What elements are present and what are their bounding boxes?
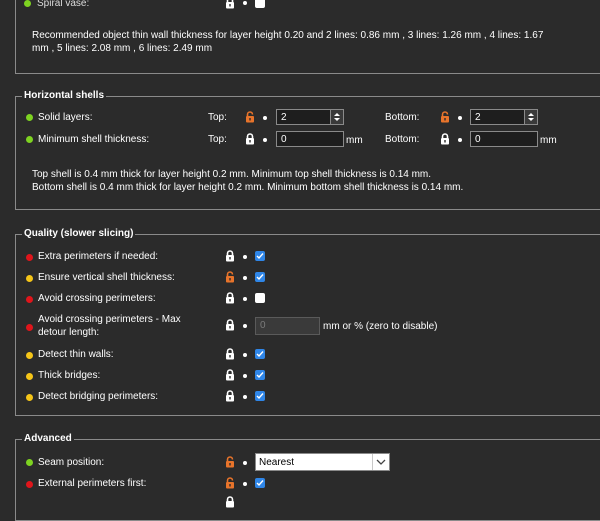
max-detour-value: 0 bbox=[260, 320, 266, 331]
mode-advanced-indicator bbox=[26, 275, 33, 282]
mode-expert-indicator bbox=[26, 254, 33, 261]
mode-simple-indicator bbox=[26, 114, 33, 121]
bottom-min-shell-value: 0 bbox=[475, 134, 481, 145]
top-solid-layers-value: 2 bbox=[281, 112, 287, 123]
bottom-shell-note: Bottom shell is 0.4 mm thick for layer h… bbox=[32, 182, 464, 193]
spiral-vase-checkbox[interactable] bbox=[255, 0, 265, 8]
reset-bullet-icon[interactable] bbox=[243, 276, 247, 280]
unlock-icon[interactable] bbox=[245, 111, 255, 123]
lock-icon[interactable] bbox=[225, 0, 235, 9]
mode-advanced-indicator bbox=[26, 373, 33, 380]
thick-bridges-checkbox[interactable] bbox=[255, 370, 265, 380]
mode-simple-indicator bbox=[24, 0, 31, 7]
unit-label: mm bbox=[540, 135, 557, 146]
reset-bullet-icon[interactable] bbox=[243, 353, 247, 357]
external-perimeters-first-checkbox[interactable] bbox=[255, 478, 265, 488]
seam-position-label: Seam position: bbox=[38, 457, 105, 468]
max-detour-input[interactable]: 0 bbox=[255, 317, 320, 335]
reset-bullet-icon[interactable] bbox=[243, 461, 247, 465]
lock-icon[interactable] bbox=[225, 348, 235, 360]
wall-thickness-note: Recommended object thin wall thickness f… bbox=[32, 30, 544, 54]
bottom-solid-layers-spinner[interactable]: 2 bbox=[470, 109, 538, 125]
top-label: Top: bbox=[208, 134, 227, 145]
unlock-icon[interactable] bbox=[440, 111, 450, 123]
max-detour-unit: mm or % (zero to disable) bbox=[323, 321, 438, 332]
reset-bullet-icon[interactable] bbox=[243, 324, 247, 328]
quality-title: Quality (slower slicing) bbox=[22, 228, 136, 240]
top-min-shell-value: 0 bbox=[281, 134, 287, 145]
detect-thin-walls-label: Detect thin walls: bbox=[38, 349, 114, 360]
ensure-vertical-shell-label: Ensure vertical shell thickness: bbox=[38, 272, 175, 283]
bottom-min-shell-input[interactable]: 0 bbox=[470, 131, 538, 147]
reset-bullet-icon[interactable] bbox=[243, 482, 247, 486]
lock-icon[interactable] bbox=[225, 292, 235, 304]
reset-bullet-icon[interactable] bbox=[243, 1, 247, 5]
top-shell-note: Top shell is 0.4 mm thick for layer heig… bbox=[32, 169, 432, 180]
mode-simple-indicator bbox=[26, 459, 33, 466]
top-label: Top: bbox=[208, 112, 227, 123]
seam-position-select[interactable]: Nearest bbox=[255, 453, 390, 471]
unit-label: mm bbox=[346, 135, 363, 146]
reset-bullet-icon[interactable] bbox=[263, 116, 267, 120]
reset-bullet-icon[interactable] bbox=[243, 374, 247, 378]
detect-bridging-checkbox[interactable] bbox=[255, 391, 265, 401]
lock-icon[interactable] bbox=[225, 390, 235, 402]
mode-expert-indicator bbox=[26, 324, 33, 331]
unlock-icon[interactable] bbox=[225, 477, 235, 489]
reset-bullet-icon[interactable] bbox=[243, 297, 247, 301]
detect-thin-walls-checkbox[interactable] bbox=[255, 349, 265, 359]
avoid-crossing-checkbox[interactable] bbox=[255, 293, 265, 303]
reset-bullet-icon[interactable] bbox=[243, 395, 247, 399]
lock-icon[interactable] bbox=[225, 319, 235, 331]
unlock-icon[interactable] bbox=[225, 456, 235, 468]
mode-advanced-indicator bbox=[26, 394, 33, 401]
chevron-down-icon[interactable] bbox=[372, 454, 389, 470]
reset-bullet-icon[interactable] bbox=[263, 138, 267, 142]
extra-perimeters-label: Extra perimeters if needed: bbox=[38, 251, 159, 262]
lock-icon[interactable] bbox=[225, 250, 235, 262]
ensure-vertical-shell-checkbox[interactable] bbox=[255, 272, 265, 282]
extra-perimeters-checkbox[interactable] bbox=[255, 251, 265, 261]
lock-icon[interactable] bbox=[225, 496, 235, 508]
unlock-icon[interactable] bbox=[225, 271, 235, 283]
lock-icon[interactable] bbox=[440, 133, 450, 145]
spinner-arrows-icon[interactable] bbox=[524, 110, 537, 124]
mode-simple-indicator bbox=[26, 136, 33, 143]
reset-bullet-icon[interactable] bbox=[458, 138, 462, 142]
spinner-arrows-icon[interactable] bbox=[330, 110, 343, 124]
mode-advanced-indicator bbox=[26, 352, 33, 359]
max-detour-label: Avoid crossing perimeters - Max bbox=[38, 314, 181, 325]
avoid-crossing-label: Avoid crossing perimeters: bbox=[38, 293, 156, 304]
reset-bullet-icon[interactable] bbox=[243, 255, 247, 259]
min-shell-thickness-label: Minimum shell thickness: bbox=[38, 134, 150, 145]
spiral-vase-label: Spiral vase: bbox=[37, 0, 90, 9]
seam-position-value: Nearest bbox=[259, 457, 295, 468]
thick-bridges-label: Thick bridges: bbox=[38, 370, 101, 381]
top-min-shell-input[interactable]: 0 bbox=[276, 131, 344, 147]
bottom-label: Bottom: bbox=[385, 112, 420, 123]
solid-layers-label: Solid layers: bbox=[38, 112, 93, 123]
external-perimeters-first-label: External perimeters first: bbox=[38, 478, 147, 489]
lock-icon[interactable] bbox=[225, 369, 235, 381]
bottom-solid-layers-value: 2 bbox=[475, 112, 481, 123]
advanced-title: Advanced bbox=[22, 433, 74, 445]
mode-expert-indicator bbox=[26, 296, 33, 303]
max-detour-label-line2: detour length: bbox=[38, 327, 100, 338]
lock-icon[interactable] bbox=[245, 133, 255, 145]
reset-bullet-icon[interactable] bbox=[458, 116, 462, 120]
mode-expert-indicator bbox=[26, 481, 33, 488]
top-solid-layers-spinner[interactable]: 2 bbox=[276, 109, 344, 125]
horizontal-shells-title: Horizontal shells bbox=[22, 90, 107, 102]
bottom-label: Bottom: bbox=[385, 134, 420, 145]
detect-bridging-label: Detect bridging perimeters: bbox=[38, 391, 159, 402]
